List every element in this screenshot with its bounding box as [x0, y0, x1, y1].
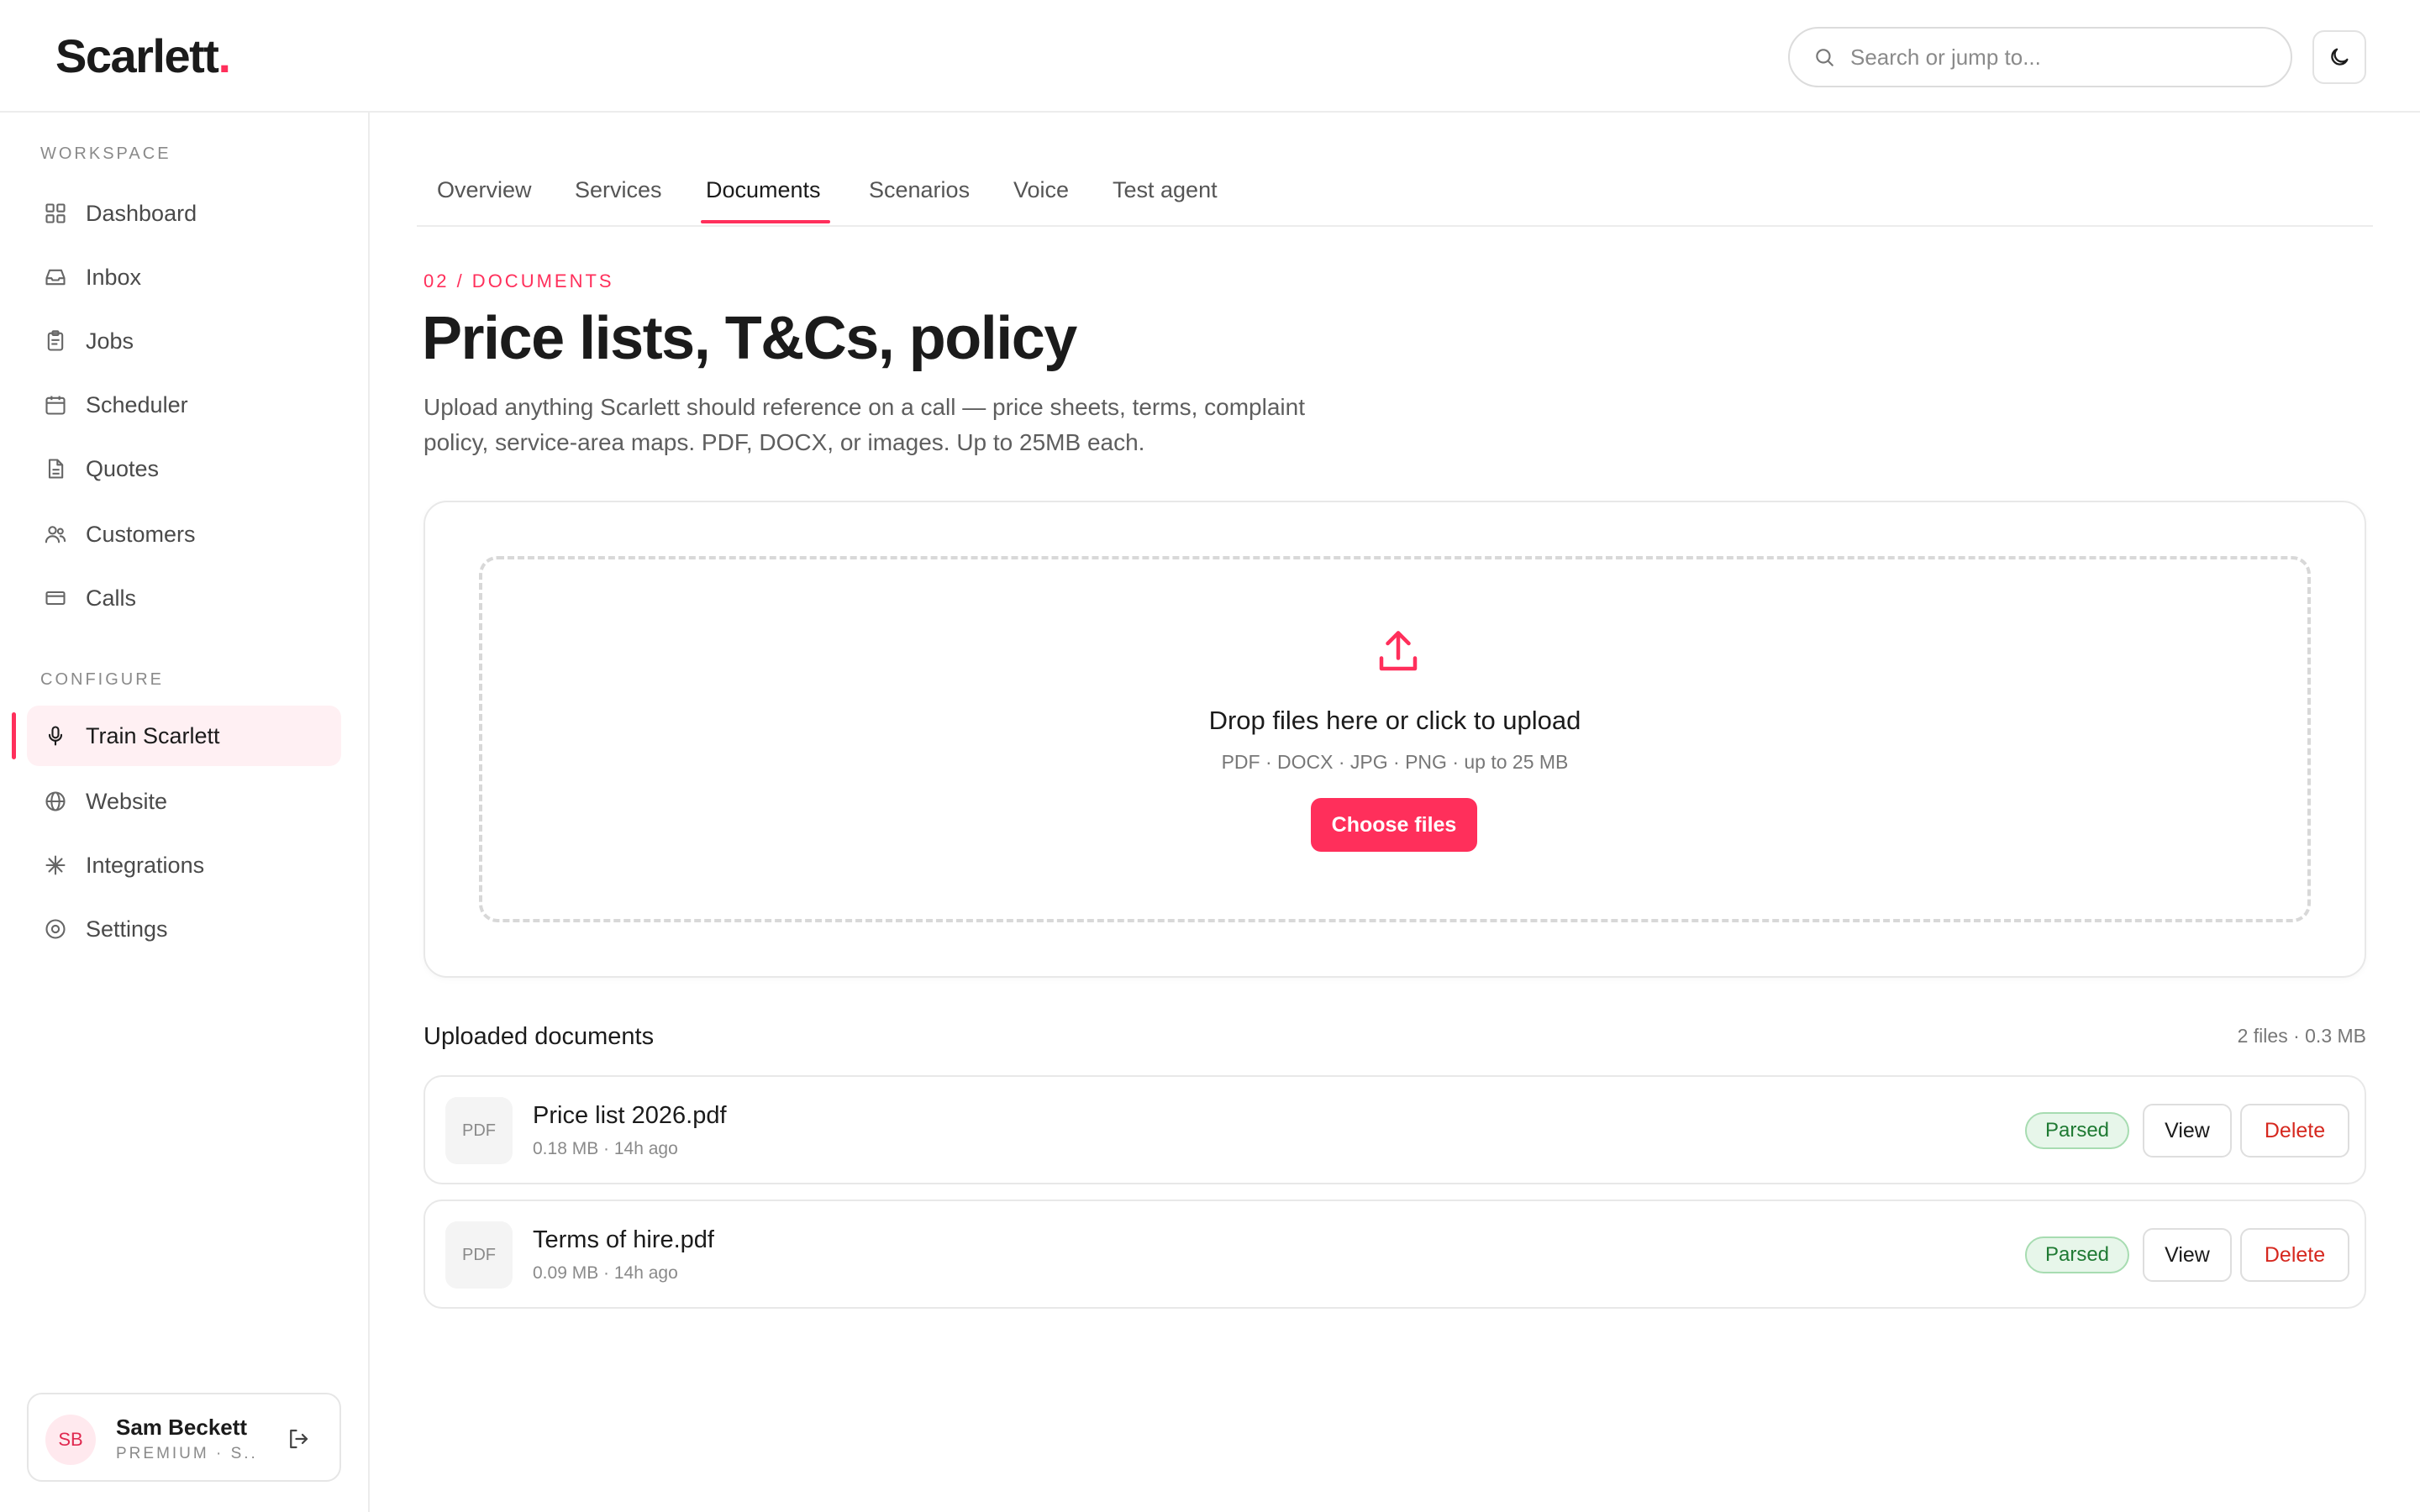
sidebar-item-label: Quotes	[86, 455, 160, 481]
table-row: PDF Terms of hire.pdf 0.09 MB · 14h ago …	[424, 1200, 2366, 1309]
sidebar-item-label: Dashboard	[86, 200, 197, 226]
sparkle-icon	[44, 853, 67, 877]
page-description: Upload anything Scarlett should referenc…	[424, 394, 1305, 455]
document-meta: 0.09 MB · 14h ago	[533, 1263, 678, 1283]
sidebar-item-label: Integrations	[86, 852, 205, 878]
sidebar-item-integrations[interactable]: Integrations	[27, 835, 341, 895]
status-badge: Parsed	[2025, 1236, 2129, 1273]
configure-section-label: CONFIGURE	[40, 670, 164, 689]
table-row: PDF Price list 2026.pdf 0.18 MB · 14h ag…	[424, 1075, 2366, 1184]
sidebar-item-website[interactable]: Website	[27, 771, 341, 832]
document-name: Terms of hire.pdf	[533, 1226, 714, 1253]
sidebar: WORKSPACE Dashboard Inbox Jobs Scheduler…	[0, 113, 370, 1512]
workspace-section-label: WORKSPACE	[40, 144, 171, 163]
sidebar-item-label: Calls	[86, 585, 137, 611]
document-icon	[44, 457, 67, 480]
sidebar-item-label: Jobs	[86, 328, 134, 354]
grid-icon	[44, 202, 67, 225]
logo-dot: .	[218, 29, 231, 82]
search-box[interactable]	[1788, 27, 2292, 87]
documents-summary: 2 files · 0.3 MB	[2237, 1025, 2366, 1047]
choose-files-button[interactable]: Choose files	[1311, 798, 1477, 852]
tab-bar: Overview Services Documents Scenarios Vo…	[417, 160, 2373, 227]
upload-icon	[1373, 627, 1423, 677]
user-name: Sam Beckett	[116, 1415, 248, 1440]
tab-documents[interactable]: Documents	[706, 173, 821, 227]
page-title: Price lists, T&Cs, policy	[422, 305, 1077, 372]
theme-toggle-button[interactable]	[2312, 30, 2366, 84]
top-header: Scarlett.	[0, 0, 2420, 113]
sidebar-item-label: Settings	[86, 916, 168, 942]
view-button[interactable]: View	[2143, 1104, 2232, 1158]
sidebar-item-label: Website	[86, 788, 168, 814]
user-card[interactable]: SB Sam Beckett PREMIUM · S...	[27, 1393, 341, 1482]
search-icon	[1813, 46, 1835, 68]
sidebar-item-inbox[interactable]: Inbox	[27, 247, 341, 307]
dropzone-subtitle: PDF · DOCX · JPG · PNG · up to 25 MB	[1221, 751, 1569, 773]
moon-icon	[2328, 45, 2351, 69]
delete-button[interactable]: Delete	[2240, 1228, 2349, 1282]
logo-text: Scarlett	[55, 29, 219, 82]
document-name: Price list 2026.pdf	[533, 1102, 727, 1129]
tab-overview[interactable]: Overview	[437, 173, 532, 227]
settings-icon	[44, 917, 67, 941]
globe-icon	[44, 790, 67, 813]
card-icon	[44, 586, 67, 610]
sidebar-item-scheduler[interactable]: Scheduler	[27, 375, 341, 435]
pdf-file-icon: PDF	[445, 1097, 513, 1164]
clipboard-icon	[44, 329, 67, 353]
delete-button[interactable]: Delete	[2240, 1104, 2349, 1158]
sidebar-item-dashboard[interactable]: Dashboard	[27, 183, 341, 244]
tab-test-agent[interactable]: Test agent	[1113, 173, 1218, 227]
section-eyebrow: 02 / DOCUMENTS	[424, 270, 614, 291]
upload-card: Drop files here or click to upload PDF ·…	[424, 501, 2366, 978]
app-logo[interactable]: Scarlett.	[55, 29, 231, 84]
dropzone-title: Drop files here or click to upload	[1208, 706, 1581, 735]
user-plan: PREMIUM · S...	[116, 1445, 259, 1462]
search-input[interactable]	[1850, 44, 2270, 71]
calendar-icon	[44, 393, 67, 417]
tab-voice[interactable]: Voice	[1013, 173, 1069, 227]
sidebar-item-calls[interactable]: Calls	[27, 568, 341, 628]
tab-scenarios[interactable]: Scenarios	[869, 173, 970, 227]
sidebar-item-train-scarlett[interactable]: Train Scarlett	[27, 706, 341, 766]
status-badge: Parsed	[2025, 1112, 2129, 1149]
active-tab-underline	[701, 220, 830, 223]
sidebar-item-label: Customers	[86, 521, 196, 547]
sidebar-item-settings[interactable]: Settings	[27, 899, 341, 959]
sidebar-item-customers[interactable]: Customers	[27, 504, 341, 564]
sidebar-item-label: Scheduler	[86, 391, 188, 417]
document-meta: 0.18 MB · 14h ago	[533, 1139, 678, 1158]
logout-icon[interactable]	[286, 1426, 313, 1453]
file-dropzone[interactable]: Drop files here or click to upload PDF ·…	[479, 556, 2311, 922]
active-indicator	[12, 712, 16, 759]
view-button[interactable]: View	[2143, 1228, 2232, 1282]
documents-list-title: Uploaded documents	[424, 1023, 655, 1050]
tab-services[interactable]: Services	[575, 173, 662, 227]
pdf-file-icon: PDF	[445, 1221, 513, 1289]
sidebar-item-quotes[interactable]: Quotes	[27, 438, 341, 499]
sidebar-item-label: Train Scarlett	[86, 722, 220, 748]
sidebar-item-jobs[interactable]: Jobs	[27, 311, 341, 371]
inbox-icon	[44, 265, 67, 289]
users-icon	[44, 522, 67, 546]
microphone-icon	[44, 724, 67, 748]
sidebar-item-label: Inbox	[86, 264, 142, 290]
avatar: SB	[45, 1415, 96, 1465]
